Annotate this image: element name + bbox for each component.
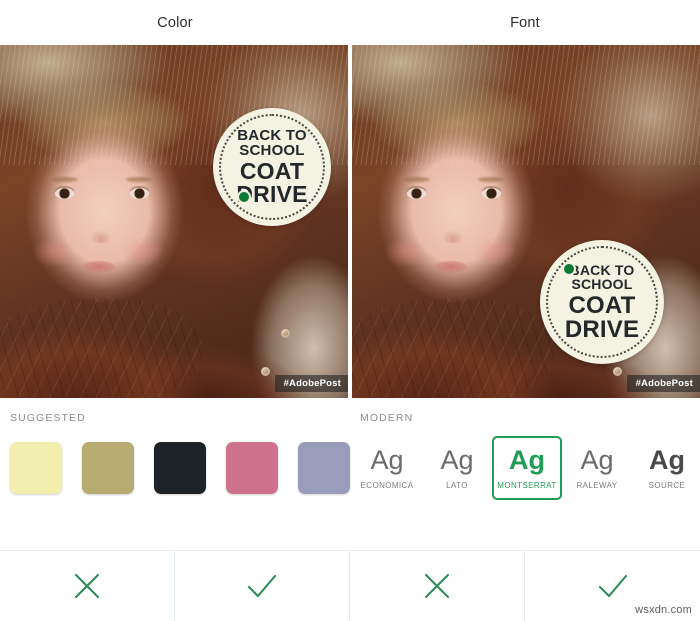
- mouth: [82, 261, 116, 273]
- swatch-rose-pink[interactable]: [226, 442, 278, 494]
- check-icon: [598, 574, 627, 598]
- font-option-label: ECONOMICA: [360, 480, 414, 490]
- font-option-label: MONTSERRAT: [497, 480, 557, 490]
- artwork-credit-tag-color: #AdobePost: [274, 375, 348, 392]
- badge-line-3: COAT: [568, 291, 636, 319]
- coat-button-lower: [261, 367, 270, 376]
- cheek-left: [385, 237, 427, 267]
- close-icon: [74, 573, 100, 599]
- panel-header-font: Font: [350, 0, 700, 45]
- badge-line-4: DRIVE: [564, 315, 640, 343]
- nose: [442, 230, 464, 243]
- font-sample-glyph: Ag: [649, 444, 685, 475]
- artwork-badge-font: BACK TO SCHOOL COAT DRIVE: [540, 240, 664, 364]
- swatch-near-black[interactable]: [154, 442, 206, 494]
- options-area: SUGGESTED MODERN Ag ECONOMICA Ag LATO Ag…: [0, 398, 700, 544]
- font-sample-glyph: Ag: [370, 444, 404, 475]
- page-title-color: Color: [157, 14, 193, 31]
- cheek-left: [33, 237, 75, 267]
- swatch-olive-khaki[interactable]: [82, 442, 134, 494]
- reject-font-button[interactable]: [350, 551, 525, 621]
- font-option-label: RALEWAY: [576, 480, 618, 490]
- check-icon: [247, 574, 277, 598]
- preview-color[interactable]: BACK TO SCHOOL COAT DRIVE #AdobePost: [0, 45, 348, 398]
- badge-line-2: SCHOOL: [571, 275, 633, 292]
- swatch-periwinkle-grey[interactable]: [298, 442, 350, 494]
- panel-header-color: Color: [0, 0, 350, 45]
- preview-row: BACK TO SCHOOL COAT DRIVE #AdobePost BAC…: [0, 45, 700, 398]
- coat-button-upper: [281, 329, 290, 338]
- color-options-column: SUGGESTED: [0, 398, 350, 544]
- badge-line-3: COAT: [239, 158, 305, 184]
- reject-color-button[interactable]: [0, 551, 175, 621]
- badge-accent-dot: [562, 262, 576, 276]
- close-icon: [424, 573, 450, 599]
- brow-left: [52, 177, 78, 182]
- eye-right: [482, 188, 501, 199]
- badge-line-1: BACK TO: [237, 127, 307, 144]
- page-title-font: Font: [510, 14, 540, 31]
- brow-right: [126, 177, 152, 182]
- leaf-texture: [352, 299, 554, 398]
- eye-right: [130, 188, 149, 199]
- swatch-pale-yellow[interactable]: [10, 442, 62, 494]
- badge-line-2: SCHOOL: [239, 142, 305, 159]
- brow-right: [478, 177, 504, 182]
- color-swatch-row: [10, 442, 350, 494]
- cheek-right: [474, 237, 516, 267]
- preview-font[interactable]: BACK TO SCHOOL COAT DRIVE #AdobePost: [352, 45, 700, 398]
- font-sample-glyph: Ag: [580, 444, 614, 475]
- accept-color-button[interactable]: [175, 551, 350, 621]
- font-option-source[interactable]: Ag SOURCE: [632, 436, 700, 500]
- font-option-economica[interactable]: Ag ECONOMICA: [352, 436, 422, 500]
- coat-button-lower: [613, 367, 622, 376]
- font-option-raleway[interactable]: Ag RALEWAY: [562, 436, 632, 500]
- eye-left: [407, 188, 426, 199]
- font-option-row: Ag ECONOMICA Ag LATO Ag MONTSERRAT Ag RA…: [350, 436, 700, 500]
- nose: [90, 230, 112, 243]
- artwork-credit-tag-font: #AdobePost: [626, 375, 700, 392]
- font-option-montserrat[interactable]: Ag MONTSERRAT: [492, 436, 562, 500]
- site-watermark: wsxdn.com: [635, 604, 692, 616]
- eye-left: [55, 188, 74, 199]
- fur-texture: [352, 45, 700, 166]
- badge-accent-dot: [237, 190, 251, 204]
- leaf-texture: [0, 299, 202, 398]
- app-root: Color Font BACK TO SCHOOL COAT DRIVE #Ad…: [0, 0, 700, 621]
- font-sample-glyph: Ag: [440, 444, 474, 475]
- suggested-label: SUGGESTED: [10, 412, 86, 424]
- modern-label: MODERN: [360, 412, 414, 424]
- font-option-label: SOURCE: [648, 480, 686, 490]
- cheek-right: [122, 237, 164, 267]
- font-option-label: LATO: [446, 480, 468, 490]
- mouth: [434, 261, 468, 273]
- panel-headers: Color Font: [0, 0, 700, 45]
- font-option-lato[interactable]: Ag LATO: [422, 436, 492, 500]
- badge-text: BACK TO SCHOOL COAT DRIVE: [565, 263, 639, 342]
- brow-left: [404, 177, 430, 182]
- action-bar: [0, 550, 700, 621]
- font-options-column: MODERN Ag ECONOMICA Ag LATO Ag MONTSERRA…: [350, 398, 700, 544]
- font-sample-glyph: Ag: [509, 444, 545, 475]
- artwork-badge-color: BACK TO SCHOOL COAT DRIVE: [213, 108, 331, 226]
